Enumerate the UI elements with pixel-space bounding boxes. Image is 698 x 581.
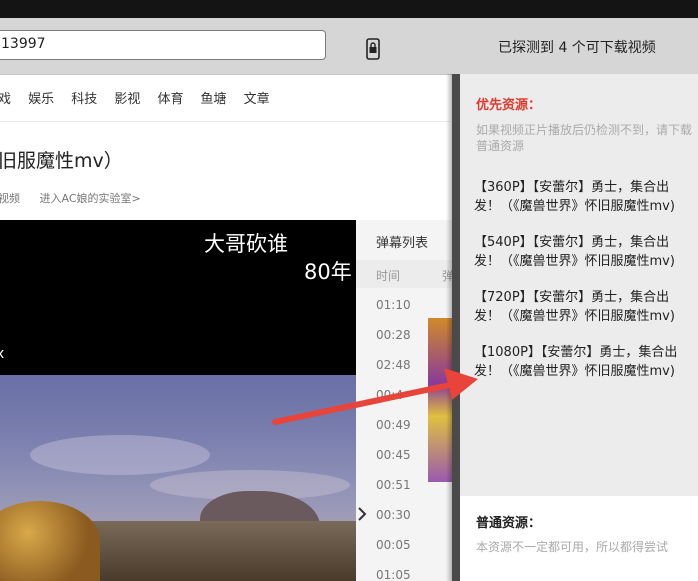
nav-item-pond[interactable]: 鱼塘: [201, 89, 227, 111]
danmaku-time[interactable]: 01:10: [376, 298, 411, 328]
danmaku-text: 大哥砍谁: [204, 232, 288, 256]
nav-item-sports[interactable]: 体育: [157, 89, 183, 111]
danmaku-list-panel: 弹幕列表 时间 弹 01:10 00:28 02:48 00:4 00:49 0…: [356, 220, 456, 581]
col-time: 时间: [376, 269, 401, 283]
url-input[interactable]: 13997: [0, 30, 326, 60]
priority-description: 如果视频正片播放后仍检测不到，请下载普通资源: [476, 123, 693, 153]
nav-item-game[interactable]: 戏: [0, 89, 11, 111]
danmaku-time[interactable]: 00:51: [376, 478, 411, 508]
nav-item-articles[interactable]: 文章: [244, 89, 270, 111]
danmaku-time[interactable]: 02:48: [376, 358, 411, 388]
nav-item-tech[interactable]: 科技: [71, 89, 97, 111]
extension-toolbar: 13997 已探测到 4 个可下载视频: [0, 18, 698, 75]
nav-divider: [0, 121, 450, 122]
video-title: 旧服魔性mv）: [0, 150, 123, 172]
danmaku-time[interactable]: 00:4: [376, 388, 411, 418]
danmaku-text: x: [0, 346, 5, 362]
phone-lock-icon[interactable]: [364, 38, 382, 60]
download-overlay-panel: 优先资源： 如果视频正片播放后仍检测不到，请下载普通资源 【360P】【安蕾尔】…: [452, 74, 698, 581]
danmaku-time[interactable]: 00:05: [376, 538, 411, 568]
site-nav: 戏 娱乐 科技 影视 体育 鱼塘 文章: [0, 88, 282, 110]
danmaku-list-header: 时间 弹: [356, 260, 456, 288]
nav-item-film[interactable]: 影视: [114, 89, 140, 111]
danmaku-text: 80年: [304, 260, 352, 284]
resource-item-1080p[interactable]: 【1080P】【安蕾尔】勇士，集合出发！（《魔兽世界》怀旧服魔性mv): [474, 343, 686, 381]
detected-videos-count[interactable]: 已探测到 4 个可下载视频: [498, 37, 656, 57]
video-category-link[interactable]: 视频: [0, 192, 20, 205]
danmaku-list-title[interactable]: 弹幕列表: [376, 232, 428, 251]
video-player[interactable]: 大哥砍谁 80年 x: [0, 220, 356, 581]
normal-resources-section: 普通资源： 本资源不一定都可用，所以都得尝试: [460, 496, 698, 581]
danmaku-time[interactable]: 00:45: [376, 448, 411, 478]
danmaku-time[interactable]: 01:05: [376, 568, 411, 581]
normal-description: 本资源不一定都可用，所以都得尝试: [476, 540, 669, 554]
chevron-right-icon[interactable]: [356, 500, 368, 528]
lab-link[interactable]: 进入AC娘的实验室>: [40, 192, 141, 205]
resource-item-720p[interactable]: 【720P】【安蕾尔】勇士，集合出发！（《魔兽世界》怀旧服魔性mv): [474, 288, 686, 326]
normal-title: 普通资源：: [476, 516, 542, 531]
danmaku-time[interactable]: 00:49: [376, 418, 411, 448]
video-frame: [0, 375, 356, 581]
danmaku-time[interactable]: 00:30: [376, 508, 411, 538]
nav-item-entertainment[interactable]: 娱乐: [28, 89, 54, 111]
danmaku-time[interactable]: 00:28: [376, 328, 411, 358]
video-links: 视频 进入AC娘的实验室>: [0, 190, 157, 206]
top-bar: [0, 0, 698, 18]
danmaku-times: 01:10 00:28 02:48 00:4 00:49 00:45 00:51…: [376, 298, 411, 581]
resource-list: 【360P】【安蕾尔】勇士，集合出发！（《魔兽世界》怀旧服魔性mv) 【540P…: [474, 178, 686, 398]
priority-title: 优先资源：: [476, 98, 542, 113]
resource-item-360p[interactable]: 【360P】【安蕾尔】勇士，集合出发！（《魔兽世界》怀旧服魔性mv): [474, 178, 686, 216]
resource-item-540p[interactable]: 【540P】【安蕾尔】勇士，集合出发！（《魔兽世界》怀旧服魔性mv): [474, 233, 686, 271]
